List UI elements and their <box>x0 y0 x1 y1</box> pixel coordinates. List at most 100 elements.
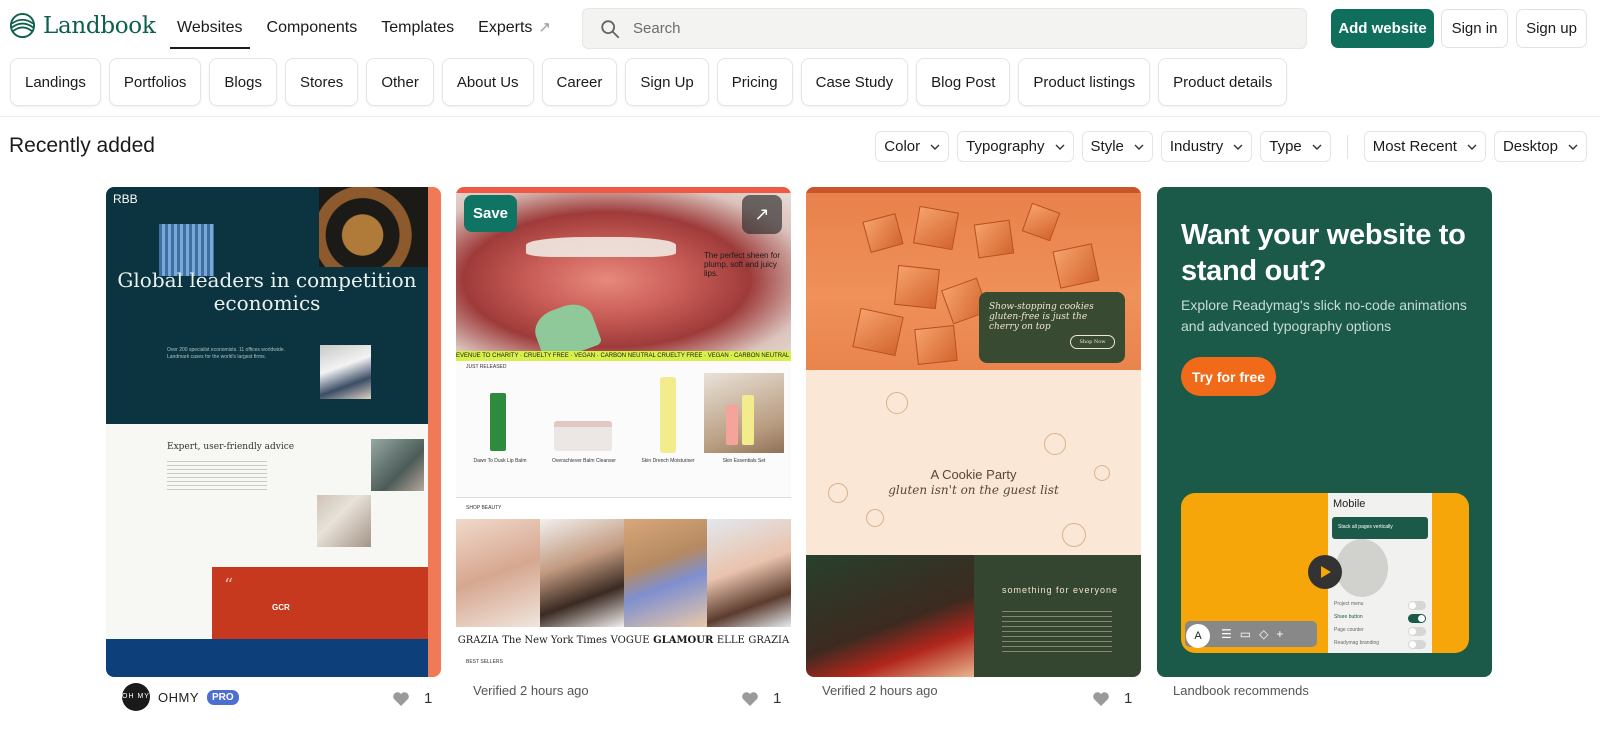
promo-card[interactable]: Want your website to stand out? Explore … <box>1157 187 1492 677</box>
preview-photo <box>371 439 424 491</box>
cookie-ring-icon <box>886 392 908 414</box>
cookie-ring-icon <box>1062 523 1086 547</box>
nav-experts[interactable]: Experts ↗ <box>466 8 563 48</box>
website-card[interactable]: RBB Global leaders in competition econom… <box>106 187 441 677</box>
preview-products: JUST RELEASED Dawn To Dusk Lip Balm Over… <box>456 361 791 497</box>
preview-photo <box>320 345 371 399</box>
ad-video[interactable]: Mobile Stack all pages vertically Projec… <box>1181 493 1469 653</box>
filter-color[interactable]: Color <box>875 131 950 162</box>
toggle-row: Page counter <box>1334 627 1426 637</box>
product-image <box>554 421 612 451</box>
category-portfolios[interactable]: Portfolios <box>108 58 202 106</box>
filter-typography[interactable]: Typography <box>957 131 1074 162</box>
category-pricing[interactable]: Pricing <box>716 58 793 106</box>
search-bar[interactable] <box>582 8 1307 49</box>
category-blogs[interactable]: Blogs <box>209 58 277 106</box>
preview-image <box>894 264 940 310</box>
category-about-us[interactable]: About Us <box>441 58 534 106</box>
category-case-study[interactable]: Case Study <box>800 58 909 106</box>
preview-section-label: JUST RELEASED <box>466 364 507 370</box>
preview-subtitle: gluten isn't on the guest list <box>888 483 1059 497</box>
category-sign-up[interactable]: Sign Up <box>625 58 709 106</box>
nav-components[interactable]: Components <box>255 8 370 48</box>
product-item: Dawn To Dusk Lip Balm <box>460 373 540 469</box>
text-align-icon: ☰ <box>1221 627 1232 641</box>
filter-industry[interactable]: Industry <box>1160 131 1253 162</box>
website-card[interactable]: Show-stopping cookies gluten-free is jus… <box>806 187 1141 677</box>
heart-icon <box>1093 691 1109 706</box>
toggle-row: Project menu <box>1334 601 1426 611</box>
category-product-listings[interactable]: Product listings <box>1018 58 1151 106</box>
sort-dropdown[interactable]: Most Recent <box>1363 131 1486 162</box>
card-meta: Landbook recommends <box>1173 683 1309 698</box>
preview-headline: Global leaders in competition economics <box>117 268 417 315</box>
arrow-up-right-icon: ↗ <box>754 204 770 224</box>
press-logo: GLAMOUR <box>653 634 714 646</box>
category-other[interactable]: Other <box>366 58 434 106</box>
preview-ticker: EVENUE TO CHARITY · CRUELTY FREE · VEGAN… <box>456 351 791 361</box>
category-career[interactable]: Career <box>541 58 618 106</box>
card-author[interactable]: OH MY OHMY PRO <box>122 683 239 711</box>
like-button[interactable]: 1 <box>741 690 781 707</box>
product-name: Dawn To Dusk Lip Balm <box>473 458 527 464</box>
product-item: Skin Drench Moisturiser <box>628 373 708 469</box>
save-button[interactable]: Save <box>464 195 517 232</box>
press-logos: GRAZIA The New York Times VOGUE GLAMOUR … <box>456 630 791 650</box>
category-stores[interactable]: Stores <box>284 58 359 106</box>
preview-side-bar <box>428 187 441 677</box>
promo-button: Shop Now <box>1070 335 1115 349</box>
product-image <box>660 377 676 453</box>
category-blog-post[interactable]: Blog Post <box>916 58 1011 106</box>
add-website-button[interactable]: Add website <box>1331 9 1434 48</box>
chevron-down-icon <box>1312 144 1322 150</box>
brand-name: Landbook <box>43 12 156 39</box>
filter-label: Type <box>1269 138 1302 155</box>
promo-text: Show-stopping cookies gluten-free is jus… <box>989 302 1094 332</box>
toggle-row: Readymag branding <box>1334 640 1426 650</box>
press-logo: VOGUE <box>610 634 650 646</box>
preview-photo <box>539 519 624 627</box>
play-button[interactable] <box>1308 555 1342 589</box>
nav-templates[interactable]: Templates <box>369 8 466 48</box>
preview-image <box>526 237 676 257</box>
category-product-details[interactable]: Product details <box>1158 58 1288 106</box>
sign-up-button[interactable]: Sign up <box>1516 9 1587 48</box>
preview-section-label: SHOP BEAUTY <box>456 497 791 517</box>
preview-logo: RBB <box>113 192 138 206</box>
nav-websites[interactable]: Websites <box>165 8 255 49</box>
try-for-free-button[interactable]: Try for free <box>1181 357 1276 396</box>
quote-icon: “ <box>224 575 234 596</box>
toggle-switch <box>1408 614 1426 623</box>
preview-section <box>806 370 1141 555</box>
verified-text: Verified 2 hours ago <box>473 683 589 698</box>
preview-image <box>914 325 958 365</box>
filter-label: Style <box>1090 138 1124 155</box>
main-nav: Websites Components Templates Experts ↗ <box>165 8 563 49</box>
preview-image <box>973 219 1015 259</box>
nav-label: Components <box>266 19 358 36</box>
like-button[interactable]: 1 <box>392 690 432 707</box>
category-landings[interactable]: Landings <box>10 58 101 106</box>
pro-badge: PRO <box>207 689 239 705</box>
chevron-down-icon <box>930 144 940 150</box>
like-button[interactable]: 1 <box>1092 690 1132 707</box>
preview-photo <box>317 495 371 547</box>
cookie-ring-icon <box>866 509 884 527</box>
toggle-switch <box>1408 640 1426 649</box>
open-external-button[interactable]: ↗ <box>742 195 782 234</box>
device-dropdown[interactable]: Desktop <box>1493 131 1587 162</box>
external-link-icon: ↗ <box>538 19 551 36</box>
preview-image <box>913 205 959 251</box>
product-item: Skin Essentials Set <box>704 373 786 469</box>
logo[interactable]: Landbook <box>9 12 156 39</box>
preview-quote-block: “ GCR <box>212 567 428 642</box>
sign-in-button[interactable]: Sign in <box>1441 9 1508 48</box>
desktop-icon: ▭ <box>1239 627 1252 641</box>
preview-hero-text: The perfect sheen for plump, soft and ju… <box>704 251 781 278</box>
phone-button: Stack all pages vertically <box>1332 517 1428 539</box>
search-input[interactable] <box>633 20 1233 37</box>
website-card[interactable]: The perfect sheen for plump, soft and ju… <box>456 187 791 677</box>
filter-type[interactable]: Type <box>1260 131 1331 162</box>
filter-style[interactable]: Style <box>1081 131 1153 162</box>
press-logo: GRAZIA <box>457 634 499 646</box>
